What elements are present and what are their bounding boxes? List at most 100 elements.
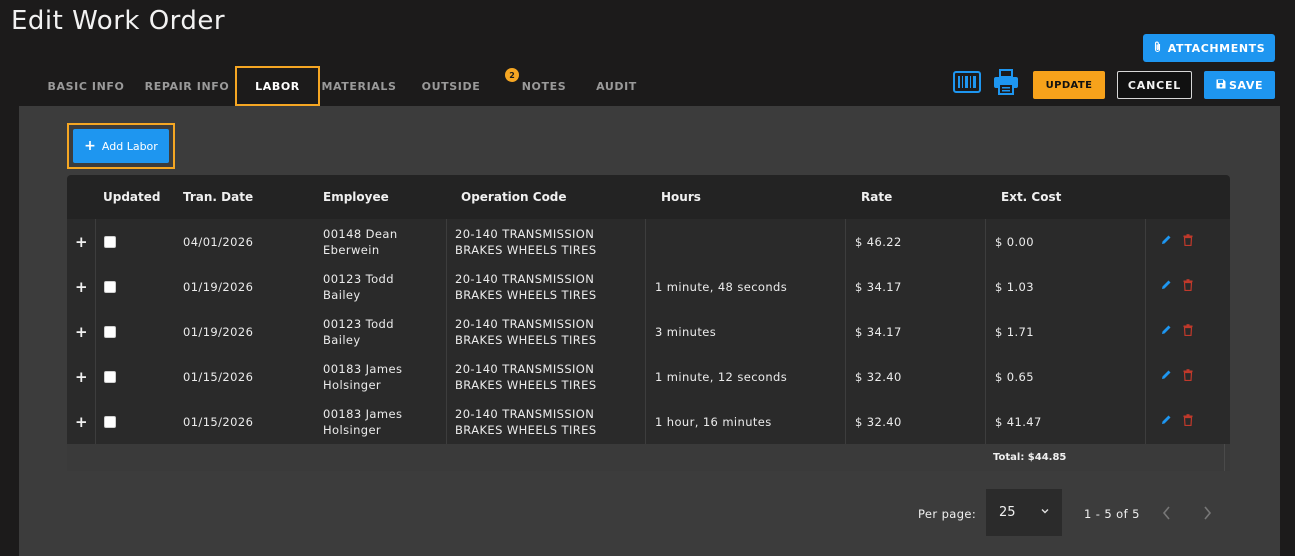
save-button[interactable]: SAVE — [1204, 71, 1275, 99]
trash-icon[interactable] — [1183, 323, 1193, 340]
employee-cell: 00123 Todd Bailey — [323, 264, 394, 309]
cancel-button[interactable]: CANCEL — [1117, 71, 1192, 99]
column-rate[interactable]: Rate — [861, 175, 892, 219]
column-divider — [985, 264, 986, 309]
delete-row-button[interactable] — [1183, 309, 1193, 354]
column-employee[interactable]: Employee — [323, 175, 389, 219]
update-button[interactable]: UPDATE — [1033, 71, 1105, 99]
pencil-icon[interactable] — [1160, 234, 1172, 250]
operation-line: BRAKES WHEELS TIRES — [455, 332, 597, 347]
table-body: +04/01/2026 00148 Dean Eberwein 20-140 TRAN… — [67, 219, 1230, 444]
table-row: +01/19/2026 00123 Todd Bailey 20-140 TRANSM… — [67, 264, 1230, 309]
add-labor-button[interactable]: + Add Labor — [73, 129, 169, 163]
edit-row-button[interactable] — [1160, 219, 1172, 264]
column-operation-code[interactable]: Operation Code — [461, 175, 567, 219]
column-divider — [1145, 309, 1146, 354]
column-hours[interactable]: Hours — [661, 175, 701, 219]
tab-audit[interactable]: AUDIT — [589, 66, 644, 106]
column-ext-cost[interactable]: Ext. Cost — [1001, 175, 1061, 219]
expand-row-button[interactable]: + — [75, 354, 88, 399]
updated-checkbox[interactable] — [104, 280, 116, 293]
previous-page-button[interactable] — [1161, 505, 1173, 525]
delete-row-button[interactable] — [1183, 264, 1193, 309]
chevron-down-icon — [1040, 505, 1050, 520]
updated-checkbox[interactable] — [104, 325, 116, 338]
employee-line: 00183 James — [323, 361, 403, 376]
hours-cell: 1 hour, 16 minutes — [655, 414, 772, 429]
trash-icon[interactable] — [1183, 278, 1193, 295]
operation-code-cell: 20-140 TRANSMISSION BRAKES WHEELS TIRES — [455, 264, 597, 309]
barcode-icon — [953, 71, 981, 97]
column-divider — [95, 219, 96, 264]
operation-code-cell: 20-140 TRANSMISSION BRAKES WHEELS TIRES — [455, 309, 597, 354]
notes-count-badge: 2 — [505, 68, 519, 82]
expand-row-icon: + — [75, 277, 88, 296]
edit-row-button[interactable] — [1160, 354, 1172, 399]
ext-cost-cell: $ 1.03 — [995, 279, 1034, 294]
operation-line: 20-140 TRANSMISSION — [455, 406, 595, 421]
employee-line: Bailey — [323, 287, 361, 302]
save-label: SAVE — [1228, 78, 1264, 92]
updated-checkbox[interactable] — [104, 415, 116, 428]
ext-cost-cell: $ 41.47 — [995, 414, 1042, 429]
operation-code-cell: 20-140 TRANSMISSION BRAKES WHEELS TIRES — [455, 399, 597, 444]
pencil-icon[interactable] — [1160, 369, 1172, 385]
trash-icon[interactable] — [1183, 233, 1193, 250]
pencil-icon[interactable] — [1160, 414, 1172, 430]
next-page-button[interactable] — [1201, 505, 1213, 525]
column-updated[interactable]: Updated — [103, 175, 161, 219]
rate-cell: $ 32.40 — [855, 369, 902, 384]
updated-checkbox[interactable] — [104, 235, 116, 248]
column-divider — [985, 219, 986, 264]
employee-cell: 00148 Dean Eberwein — [323, 219, 398, 264]
expand-row-button[interactable]: + — [75, 219, 88, 264]
pencil-icon[interactable] — [1160, 324, 1172, 340]
tab-basic-info[interactable]: BASIC INFO — [34, 66, 138, 106]
barcode-button[interactable] — [952, 70, 982, 98]
footer-divider — [1224, 444, 1225, 471]
updated-cell — [104, 264, 116, 309]
column-divider — [446, 264, 447, 309]
trash-icon[interactable] — [1183, 413, 1193, 430]
add-labor-label: Add Labor — [101, 139, 158, 153]
employee-line: Holsinger — [323, 377, 382, 392]
column-divider — [446, 309, 447, 354]
tab-labor[interactable]: LABOR — [235, 66, 320, 106]
chevron-right-icon — [1201, 506, 1213, 525]
column-divider — [446, 399, 447, 444]
updated-checkbox[interactable] — [104, 370, 116, 383]
expand-row-button[interactable]: + — [75, 309, 88, 354]
column-tran-date[interactable]: Tran. Date — [183, 175, 253, 219]
trash-icon[interactable] — [1183, 368, 1193, 385]
labor-table: Updated Tran. Date Employee Operation Co… — [67, 175, 1230, 471]
attachments-button[interactable]: ATTACHMENTS — [1143, 34, 1275, 62]
floppy-disk-icon — [1216, 79, 1226, 92]
pencil-icon[interactable] — [1160, 279, 1172, 295]
tab-repair-info[interactable]: REPAIR INFO — [138, 66, 236, 106]
delete-row-button[interactable] — [1183, 219, 1193, 264]
tran-date-cell: 01/15/2026 — [183, 369, 254, 384]
ext-cost-cell: $ 0.00 — [995, 234, 1034, 249]
column-divider — [446, 219, 447, 264]
print-button[interactable] — [991, 69, 1021, 98]
delete-row-button[interactable] — [1183, 399, 1193, 444]
employee-line: Holsinger — [323, 422, 382, 437]
operation-code-cell: 20-140 TRANSMISSION BRAKES WHEELS TIRES — [455, 219, 597, 264]
expand-row-button[interactable]: + — [75, 264, 88, 309]
edit-row-button[interactable] — [1160, 264, 1172, 309]
per-page-select[interactable]: 25 — [986, 489, 1062, 536]
tab-notes[interactable]: NOTES — [514, 66, 574, 106]
tab-materials[interactable]: MATERIALS — [320, 66, 398, 106]
delete-row-button[interactable] — [1183, 354, 1193, 399]
edit-row-button[interactable] — [1160, 399, 1172, 444]
operation-line: 20-140 TRANSMISSION — [455, 226, 595, 241]
employee-line: 00183 James — [323, 406, 403, 421]
expand-row-button[interactable]: + — [75, 399, 88, 444]
updated-cell — [104, 309, 116, 354]
tab-outside[interactable]: OUTSIDE — [414, 66, 488, 106]
expand-row-icon: + — [75, 367, 88, 386]
employee-line: 00123 Todd — [323, 271, 394, 286]
column-divider — [1145, 399, 1146, 444]
edit-row-button[interactable] — [1160, 309, 1172, 354]
employee-cell: 00123 Todd Bailey — [323, 309, 394, 354]
